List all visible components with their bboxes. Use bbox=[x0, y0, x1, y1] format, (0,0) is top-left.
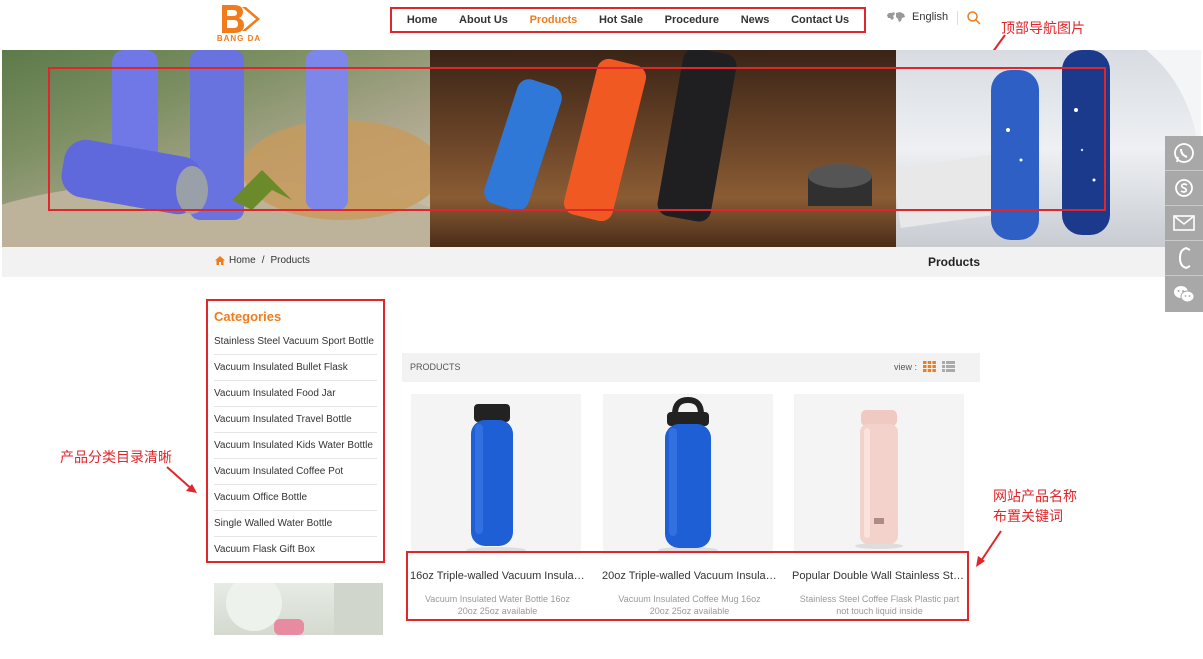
product-name[interactable]: Popular Double Wall Stainless Steel Coff… bbox=[792, 570, 967, 582]
annotation-line: 布置关键词 bbox=[993, 509, 1063, 525]
logo-text: BANG DA bbox=[216, 34, 262, 43]
sidebar-promo-image[interactable] bbox=[214, 583, 383, 635]
product-desc-line: Vacuum Insulated Water Bottle 16oz bbox=[424, 594, 571, 604]
product-desc: Stainless Steel Coffee Flask Plastic par… bbox=[792, 593, 967, 617]
page-title: Products bbox=[928, 255, 981, 269]
product-desc: Vacuum Insulated Coffee Mug 16oz 20oz 25… bbox=[602, 593, 777, 617]
banner-galaxy-illustration bbox=[896, 50, 1201, 240]
breadcrumb: Home / Products bbox=[215, 255, 310, 266]
home-icon bbox=[215, 256, 225, 265]
product-info-frame: 16oz Triple-walled Vacuum Insulated Wate… bbox=[406, 551, 969, 621]
phone-button[interactable] bbox=[1165, 241, 1203, 276]
product-grid bbox=[406, 394, 966, 554]
logo-mark-icon bbox=[222, 5, 260, 33]
search-icon[interactable] bbox=[966, 10, 982, 26]
annotation-categories: 产品分类目录清晰 bbox=[60, 450, 172, 466]
language-label: English bbox=[912, 11, 949, 23]
category-item[interactable]: Vacuum Insulated Travel Bottle bbox=[214, 407, 377, 433]
breadcrumb-bar: Home / Products Products bbox=[2, 247, 1201, 277]
main-nav: Home About Us Products Hot Sale Procedur… bbox=[390, 7, 866, 33]
product-desc: Vacuum Insulated Water Bottle 16oz 20oz … bbox=[410, 593, 585, 617]
annotation-line: 网站产品名称 bbox=[993, 489, 1077, 505]
breadcrumb-current: Products bbox=[270, 255, 310, 266]
categories-panel: Categories Stainless Steel Vacuum Sport … bbox=[206, 299, 385, 563]
annotation-arrow-icon bbox=[166, 466, 197, 493]
category-item[interactable]: Single Walled Water Bottle bbox=[214, 511, 377, 537]
category-item[interactable]: Vacuum Insulated Bullet Flask bbox=[214, 355, 377, 381]
banner-panel-outdoor bbox=[2, 50, 430, 247]
skype-icon bbox=[1175, 179, 1193, 197]
view-label: view : bbox=[894, 361, 918, 372]
product-name[interactable]: 20oz Triple-walled Vacuum Insulated Coff… bbox=[602, 570, 777, 582]
banner-wood-illustration bbox=[484, 50, 872, 222]
categories-title: Categories bbox=[214, 309, 282, 324]
product-card[interactable] bbox=[411, 394, 581, 554]
floating-contact-bar bbox=[1165, 136, 1203, 312]
wechat-button[interactable] bbox=[1165, 276, 1203, 311]
product-card[interactable] bbox=[794, 394, 964, 554]
annotation-arrow-icon bbox=[976, 530, 1002, 567]
language-selector[interactable]: English bbox=[886, 10, 948, 24]
category-item[interactable]: Vacuum Insulated Kids Water Bottle bbox=[214, 433, 377, 459]
banner-panel-wood bbox=[430, 50, 896, 247]
whatsapp-icon bbox=[1174, 143, 1194, 163]
product-image-blue-mug bbox=[658, 396, 718, 553]
product-desc-line: not touch liquid inside bbox=[836, 606, 923, 616]
product-desc-line: Vacuum Insulated Coffee Mug 16oz bbox=[618, 594, 761, 604]
annotation-nav: 顶部导航图片 bbox=[1001, 21, 1085, 37]
product-desc-line: 20oz 25oz available bbox=[649, 606, 730, 616]
brand-logo[interactable]: BANG DA bbox=[212, 3, 266, 45]
annotation-product-names: 网站产品名称 布置关键词 bbox=[993, 486, 1077, 526]
product-card[interactable] bbox=[603, 394, 773, 554]
category-item[interactable]: Stainless Steel Vacuum Sport Bottle bbox=[214, 329, 377, 355]
category-item[interactable]: Vacuum Office Bottle bbox=[214, 485, 377, 511]
whatsapp-button[interactable] bbox=[1165, 136, 1203, 171]
product-image-pink-flask bbox=[855, 410, 903, 549]
product-image-blue-bottle bbox=[466, 404, 526, 553]
email-icon bbox=[1173, 215, 1195, 231]
breadcrumb-separator: / bbox=[261, 255, 265, 266]
wechat-icon bbox=[1174, 285, 1195, 302]
nav-home[interactable]: Home bbox=[407, 14, 438, 26]
banner-outdoor-illustration bbox=[2, 50, 430, 247]
view-switcher: view : bbox=[894, 361, 956, 372]
nav-contact-us[interactable]: Contact Us bbox=[791, 14, 849, 26]
list-view-icon[interactable] bbox=[942, 361, 956, 372]
promo-photo-illustration bbox=[226, 583, 383, 635]
hero-banner bbox=[2, 50, 1201, 247]
products-label: PRODUCTS bbox=[410, 362, 461, 372]
breadcrumb-home[interactable]: Home bbox=[229, 255, 256, 266]
category-item[interactable]: Vacuum Insulated Food Jar bbox=[214, 381, 377, 407]
globe-map-icon bbox=[887, 12, 905, 22]
product-name[interactable]: 16oz Triple-walled Vacuum Insulated Wate… bbox=[410, 570, 585, 582]
category-item[interactable]: Vacuum Insulated Coffee Pot bbox=[214, 459, 377, 485]
grid-view-icon[interactable] bbox=[923, 361, 936, 372]
nav-procedure[interactable]: Procedure bbox=[665, 14, 719, 26]
header-divider bbox=[957, 11, 958, 25]
product-desc-line: Stainless Steel Coffee Flask Plastic par… bbox=[799, 594, 960, 604]
nav-hot-sale[interactable]: Hot Sale bbox=[599, 14, 643, 26]
nav-about-us[interactable]: About Us bbox=[459, 14, 508, 26]
product-desc-line: 20oz 25oz available bbox=[457, 606, 538, 616]
products-header: PRODUCTS view : bbox=[402, 353, 980, 382]
category-item[interactable]: Vacuum Flask Gift Box bbox=[214, 537, 377, 563]
email-button[interactable] bbox=[1165, 206, 1203, 241]
nav-news[interactable]: News bbox=[741, 14, 770, 26]
banner-panel-galaxy bbox=[896, 50, 1201, 247]
phone-icon bbox=[1178, 247, 1191, 269]
nav-products[interactable]: Products bbox=[530, 14, 578, 26]
skype-button[interactable] bbox=[1165, 171, 1203, 206]
